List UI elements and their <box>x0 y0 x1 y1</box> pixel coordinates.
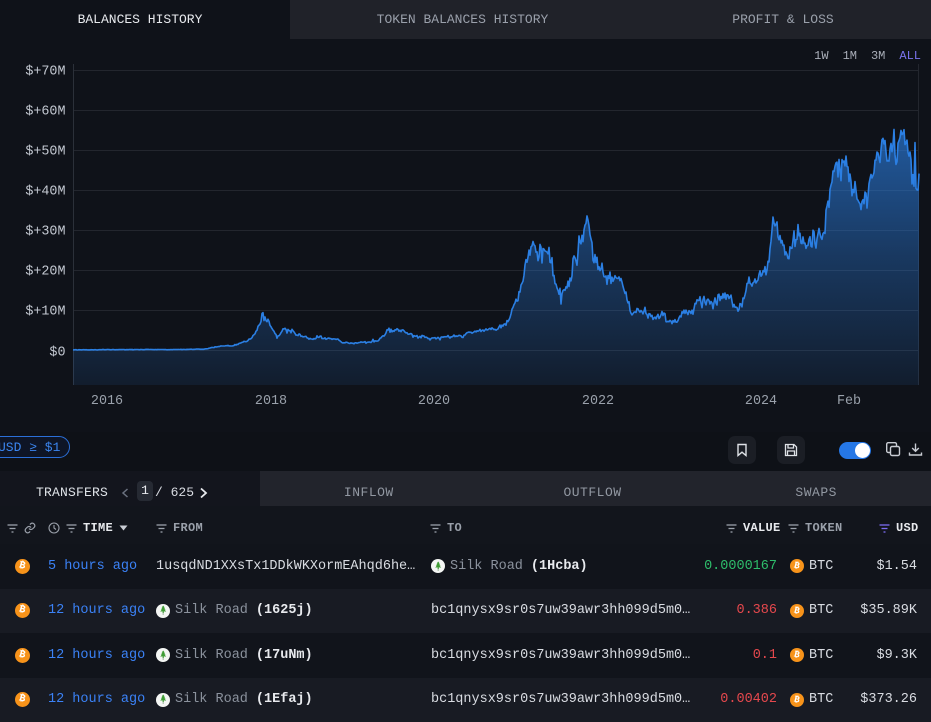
svg-text:2022: 2022 <box>582 394 614 409</box>
svg-text:$+60M: $+60M <box>25 105 65 120</box>
svg-text:$+70M: $+70M <box>25 65 65 80</box>
svg-text:$+30M: $+30M <box>25 225 65 240</box>
svg-text:Feb: Feb <box>837 394 861 409</box>
svg-text:2016: 2016 <box>91 394 123 409</box>
svg-text:2024: 2024 <box>745 394 777 409</box>
svg-text:$+40M: $+40M <box>25 185 65 200</box>
svg-text:$+10M: $+10M <box>25 305 65 320</box>
svg-text:$0: $0 <box>49 346 65 361</box>
svg-text:$+20M: $+20M <box>25 265 65 280</box>
svg-text:$+50M: $+50M <box>25 145 65 160</box>
svg-text:2018: 2018 <box>255 394 287 409</box>
svg-text:2020: 2020 <box>418 394 450 409</box>
